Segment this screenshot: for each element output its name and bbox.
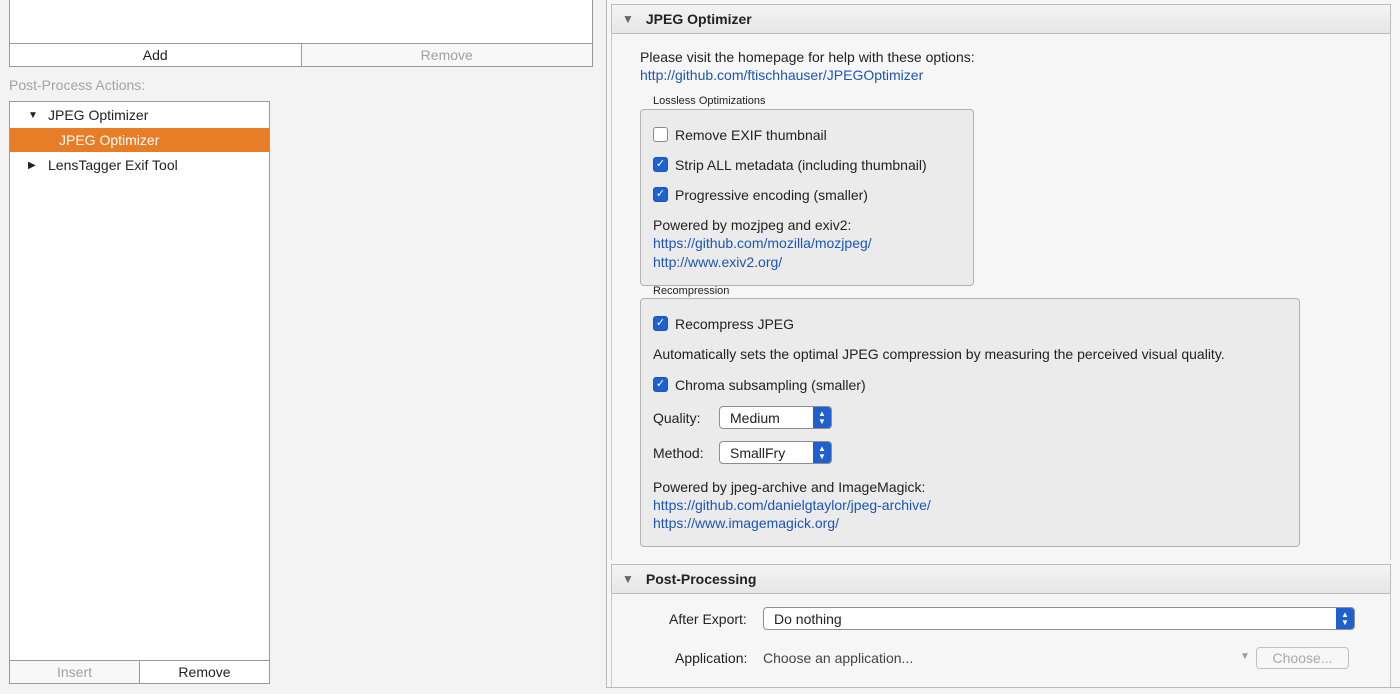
quality-select[interactable]: Medium ▲ ▼ xyxy=(719,406,832,429)
strip-metadata-label: Strip ALL metadata (including thumbnail) xyxy=(675,157,927,173)
stepper-arrows-icon: ▲ ▼ xyxy=(813,442,831,463)
disclosure-expanded-icon[interactable]: ▼ xyxy=(622,572,634,586)
quality-value: Medium xyxy=(730,409,780,426)
jpeg-archive-link[interactable]: https://github.com/danielgtaylor/jpeg-ar… xyxy=(653,497,931,513)
section-title: JPEG Optimizer xyxy=(645,11,752,27)
after-export-label: After Export: xyxy=(669,611,747,627)
mozjpeg-link[interactable]: https://github.com/mozilla/mozjpeg/ xyxy=(653,235,872,251)
settings-panel: ▼ JPEG Optimizer Please visit the homepa… xyxy=(606,0,1400,688)
remove-button-bottom[interactable]: Remove xyxy=(140,660,270,684)
tree-button-bar: Insert Remove xyxy=(9,660,270,684)
strip-metadata-checkbox[interactable]: ✓ xyxy=(653,157,668,172)
after-export-select[interactable]: Do nothing ▲ ▼ xyxy=(763,607,1355,630)
recompression-powered-by: Powered by jpeg-archive and ImageMagick: xyxy=(653,479,926,495)
recompress-label: Recompress JPEG xyxy=(675,316,795,332)
progressive-checkbox[interactable]: ✓ xyxy=(653,187,668,202)
quality-label: Quality: xyxy=(653,410,701,426)
export-list-box xyxy=(9,0,593,44)
disclosure-collapsed-icon[interactable]: ▶ xyxy=(28,160,38,171)
jpeg-optimizer-section-header[interactable]: ▼ JPEG Optimizer xyxy=(611,4,1391,34)
lossless-group-title: Lossless Optimizations xyxy=(653,95,766,107)
method-label: Method: xyxy=(653,445,704,461)
remove-exif-label: Remove EXIF thumbnail xyxy=(675,127,827,143)
help-link[interactable]: http://github.com/ftischhauser/JPEGOptim… xyxy=(640,67,923,83)
choose-button[interactable]: Choose... xyxy=(1256,647,1349,669)
insert-button[interactable]: Insert xyxy=(9,660,140,684)
disclosure-expanded-icon[interactable]: ▼ xyxy=(28,110,38,121)
remove-button-top[interactable]: Remove xyxy=(301,43,593,67)
post-process-actions-label: Post-Process Actions: xyxy=(9,77,146,93)
post-processing-section-header[interactable]: ▼ Post-Processing xyxy=(611,564,1391,594)
recompression-description: Automatically sets the optimal JPEG comp… xyxy=(653,346,1225,362)
section-title: Post-Processing xyxy=(645,571,757,587)
tree-item-label: LensTagger Exif Tool xyxy=(48,157,178,173)
tree-item-lenstagger[interactable]: ▶ LensTagger Exif Tool xyxy=(10,153,269,177)
stepper-arrows-icon: ▲ ▼ xyxy=(813,407,831,428)
post-process-tree: ▼ JPEG Optimizer JPEG Optimizer ▶ LensTa… xyxy=(9,101,270,661)
tree-item-label: JPEG Optimizer xyxy=(59,132,160,148)
recompress-checkbox[interactable]: ✓ xyxy=(653,316,668,331)
method-select[interactable]: SmallFry ▲ ▼ xyxy=(719,441,832,464)
disclosure-expanded-icon[interactable]: ▼ xyxy=(622,12,634,26)
progressive-label: Progressive encoding (smaller) xyxy=(675,187,868,203)
tree-item-jpeg-optimizer[interactable]: JPEG Optimizer xyxy=(10,128,269,152)
help-text: Please visit the homepage for help with … xyxy=(640,49,975,65)
list-button-bar: Add Remove xyxy=(9,43,593,67)
exiv2-link[interactable]: http://www.exiv2.org/ xyxy=(653,254,782,270)
imagemagick-link[interactable]: https://www.imagemagick.org/ xyxy=(653,515,839,531)
recompression-group-title: Recompression xyxy=(653,285,730,297)
add-button[interactable]: Add xyxy=(9,43,302,67)
after-export-value: Do nothing xyxy=(774,610,842,627)
lossless-powered-by: Powered by mozjpeg and exiv2: xyxy=(653,217,852,233)
application-combo[interactable]: Choose an application... xyxy=(763,650,913,666)
method-value: SmallFry xyxy=(730,444,786,461)
tree-item-label: JPEG Optimizer xyxy=(48,107,149,123)
tree-item-jpeg-optimizer-group[interactable]: ▼ JPEG Optimizer xyxy=(10,103,269,127)
application-label: Application: xyxy=(675,650,748,666)
stepper-arrows-icon: ▲ ▼ xyxy=(1336,608,1354,629)
remove-exif-checkbox[interactable] xyxy=(653,127,668,142)
chroma-label: Chroma subsampling (smaller) xyxy=(675,377,866,393)
combo-dropdown-icon[interactable]: ▼ xyxy=(1240,651,1250,662)
chroma-checkbox[interactable]: ✓ xyxy=(653,377,668,392)
